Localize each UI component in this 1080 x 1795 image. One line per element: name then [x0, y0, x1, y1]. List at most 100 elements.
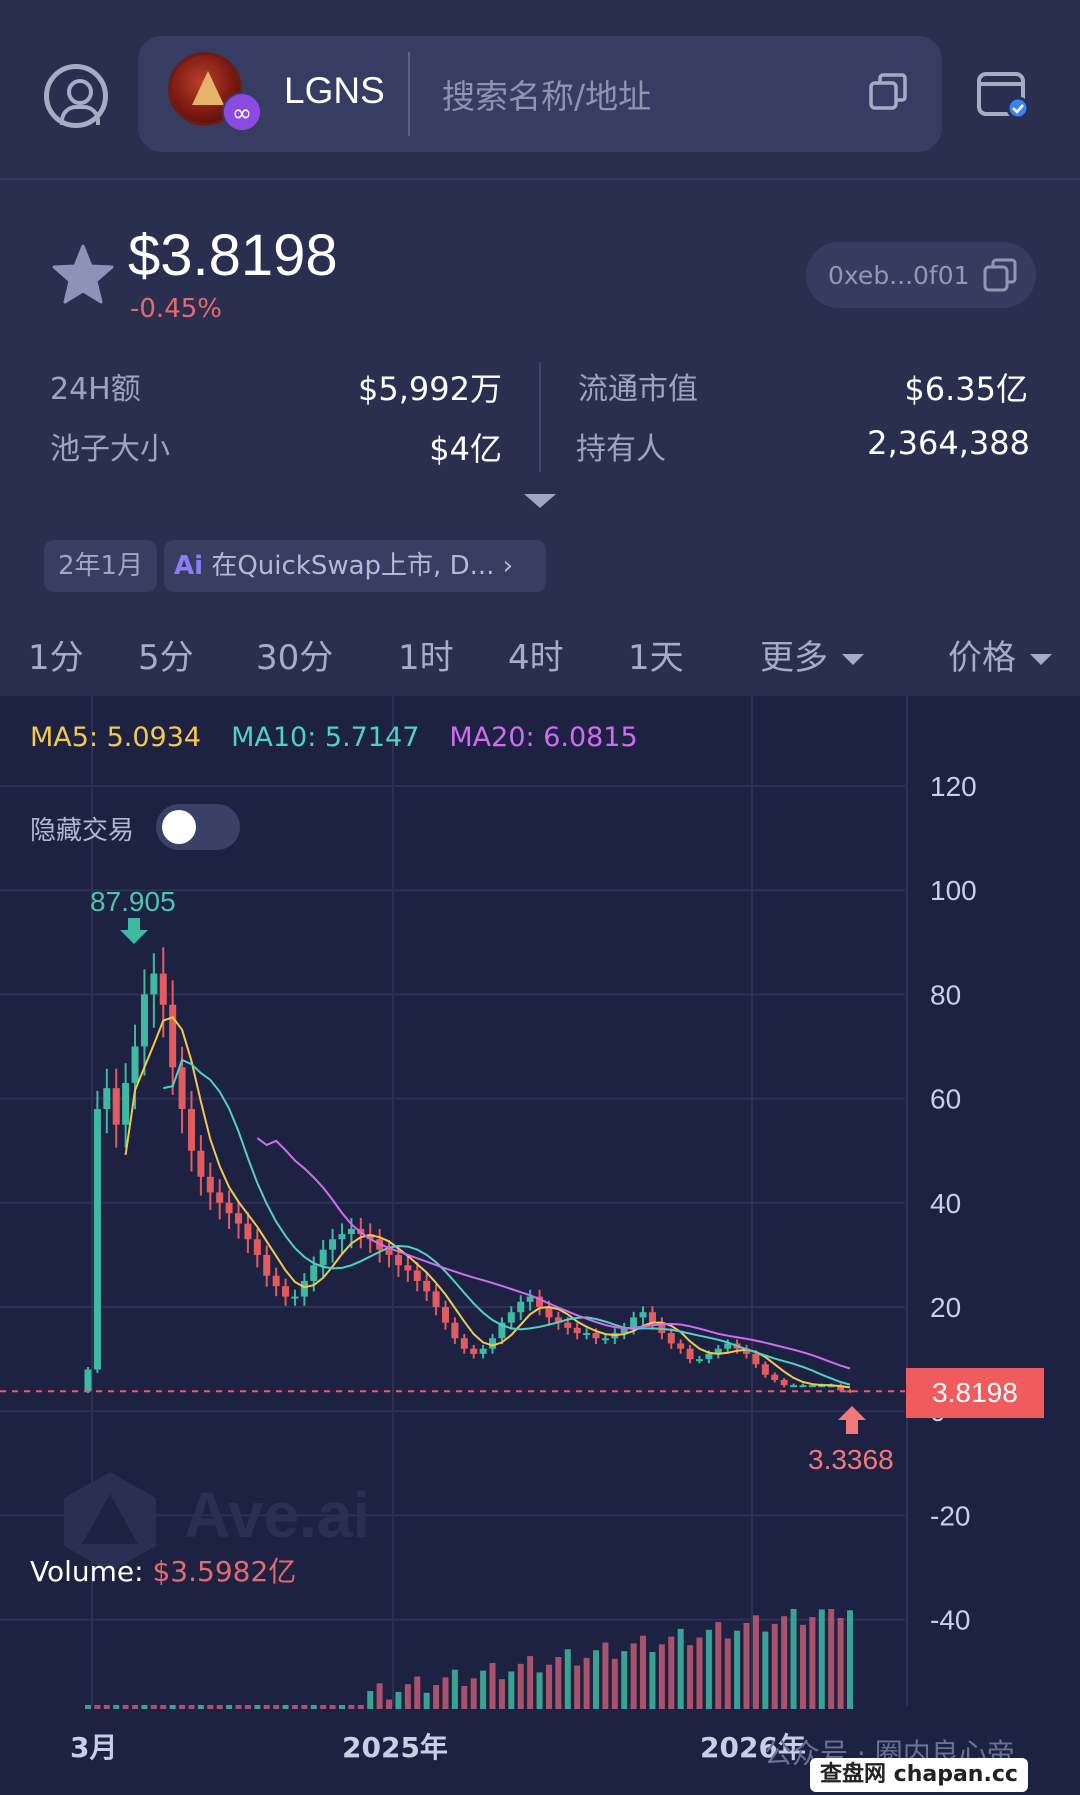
y-tick-label: 120 [930, 771, 977, 802]
volume-bar [94, 1705, 101, 1709]
ma5-label: MA5: 5.0934 [30, 722, 202, 753]
candle-body [771, 1374, 779, 1380]
candle-body [131, 1046, 139, 1083]
current-price: $3.8198 [128, 223, 338, 288]
candle-body [667, 1333, 675, 1344]
volume-bar [734, 1630, 741, 1709]
tab-price[interactable]: 价格 [948, 630, 1052, 679]
volume-bar [696, 1637, 703, 1709]
low-price-label: 3.3368 [808, 1444, 894, 1475]
expand-stats-icon[interactable] [524, 494, 556, 508]
volume-bar [574, 1665, 581, 1709]
volume-bar [282, 1705, 289, 1709]
candle-body [648, 1312, 656, 1323]
price-change: -0.45% [130, 294, 222, 324]
stat-value-pool: $4亿 [429, 430, 502, 468]
tab-1h[interactable]: 1时 [398, 630, 454, 679]
tab-more-label: 更多 [760, 638, 828, 678]
candle-body [489, 1338, 497, 1349]
price-chart[interactable]: 120100806040200-20-40 MA5: 5.0934MA10: 5… [0, 696, 1080, 1795]
hide-trades-toggle[interactable] [156, 804, 240, 850]
volume-bar [160, 1705, 167, 1709]
candle-body [479, 1348, 487, 1354]
candle-body [310, 1265, 318, 1281]
site-badge: 查盘网 chapan.cc [810, 1758, 1028, 1792]
price-panel: $3.8198 -0.45% 0xeb...0f01 24H额 $5,992万 … [0, 180, 1080, 610]
search-input[interactable]: 搜索名称/地址 [442, 70, 651, 118]
volume-bar [536, 1672, 543, 1709]
candle-body [404, 1265, 412, 1271]
candle-body [790, 1385, 798, 1388]
volume-bar [470, 1678, 477, 1709]
volume-bar [847, 1610, 853, 1709]
x-tick-label: 2025年 [342, 1731, 448, 1764]
tab-5m[interactable]: 5分 [138, 630, 194, 679]
volume-bar [244, 1705, 251, 1709]
y-tick-label: 100 [930, 875, 977, 906]
candle-body [347, 1228, 355, 1235]
volume-bar [216, 1705, 223, 1709]
candle-body [272, 1275, 280, 1287]
y-tick-label: -20 [930, 1500, 970, 1531]
volume-bar [263, 1705, 270, 1709]
volume-bar [837, 1618, 844, 1709]
candle-body [394, 1254, 402, 1266]
chevron-right-icon: › [502, 551, 514, 581]
copy-icon[interactable] [868, 72, 908, 112]
candle-body [159, 973, 167, 1005]
volume-bar [743, 1623, 750, 1709]
tab-1m[interactable]: 1分 [28, 630, 84, 679]
profile-icon[interactable] [44, 64, 108, 128]
candle-body [291, 1296, 299, 1299]
volume-bar [593, 1650, 599, 1709]
favorite-star-icon[interactable] [50, 242, 116, 308]
y-tick-label: 40 [930, 1188, 961, 1219]
ma20-label: MA20: 6.0815 [449, 722, 638, 753]
volume-bar [762, 1631, 769, 1709]
ma-line [256, 1137, 851, 1370]
search-bar[interactable]: ∞ LGNS 搜索名称/地址 [138, 36, 942, 152]
ma-legend: MA5: 5.0934 MA10: 5.7147 MA20: 6.0815 [30, 722, 638, 753]
volume-bar [442, 1677, 449, 1709]
volume-bar [423, 1692, 430, 1709]
volume-bar [621, 1651, 628, 1709]
tab-1d[interactable]: 1天 [628, 630, 684, 679]
stat-label-holders: 持有人 [576, 432, 666, 467]
hide-trades-label: 隐藏交易 [30, 816, 135, 846]
volume-bar [799, 1624, 806, 1709]
y-tick-label: 20 [930, 1292, 961, 1323]
y-tick-label: 60 [930, 1084, 961, 1115]
contract-address[interactable]: 0xeb...0f01 [806, 242, 1036, 308]
tab-30m[interactable]: 30分 [256, 630, 333, 679]
volume-bar [771, 1623, 778, 1709]
candle-body [441, 1307, 449, 1323]
candle-body [583, 1333, 591, 1336]
tab-4h[interactable]: 4时 [508, 630, 564, 679]
candle-body [103, 1088, 111, 1110]
candle-body [423, 1280, 431, 1292]
stats-divider [539, 362, 541, 472]
candle-body [140, 994, 148, 1047]
volume-bar [809, 1617, 816, 1709]
candle-body [705, 1353, 713, 1360]
candle-body [630, 1317, 638, 1328]
candle-body [93, 1109, 101, 1370]
candle-body [639, 1312, 647, 1318]
candle-body [451, 1322, 459, 1339]
watermark-text: Ave.ai [184, 1479, 371, 1551]
candle-body [564, 1322, 572, 1328]
tab-more[interactable]: 更多 [760, 630, 864, 679]
volume-bar [310, 1705, 317, 1709]
stat-label-pool: 池子大小 [50, 432, 170, 467]
candle-body [601, 1338, 609, 1341]
copy-address-icon[interactable] [982, 257, 1018, 293]
volume-bar [113, 1705, 120, 1709]
wallet-icon[interactable] [976, 68, 1028, 120]
volume-bar [649, 1652, 656, 1709]
volume-label-text: Volume: [30, 1555, 153, 1588]
volume-bar [320, 1705, 327, 1709]
volume-bar [564, 1649, 571, 1709]
ai-summary-tag[interactable]: Ai 在QuickSwap上市, D... › [164, 540, 546, 592]
candle-body [517, 1301, 525, 1313]
candle-body [112, 1088, 120, 1125]
